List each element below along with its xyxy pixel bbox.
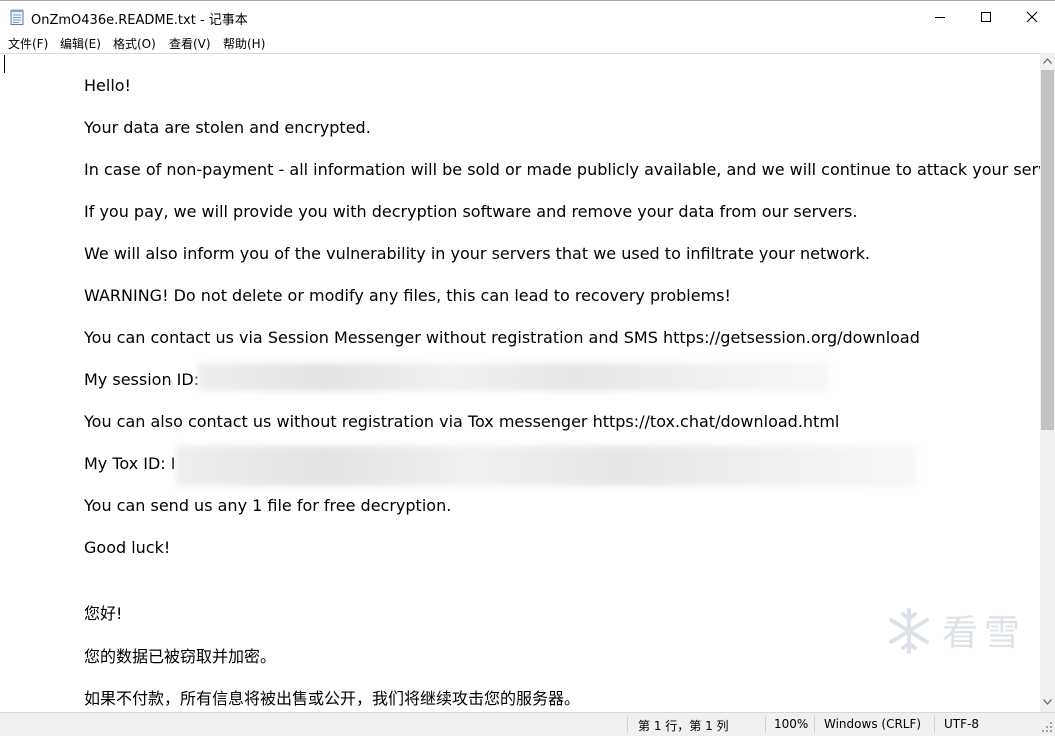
- redacted-session-id: [198, 363, 828, 391]
- doc-line: Your data are stolen and encrypted.: [84, 118, 371, 137]
- doc-line: My session ID:: [84, 370, 200, 389]
- doc-line: WARNING! Do not delete or modify any fil…: [84, 286, 731, 305]
- doc-line: 如果不付款，所有信息将被出售或公开，我们将继续攻击您的服务器。: [84, 689, 581, 708]
- window-title: OnZmO436e.README.txt - 记事本: [31, 13, 248, 28]
- encoding: UTF-8: [944, 717, 979, 731]
- doc-line: Hello!: [84, 76, 131, 95]
- text-editor[interactable]: Hello! Your data are stolen and encrypte…: [0, 53, 1040, 713]
- menu-format[interactable]: 格式(O): [113, 35, 156, 52]
- doc-line: 您好!: [84, 604, 123, 623]
- doc-line: Good luck!: [84, 538, 171, 557]
- doc-line: You can contact us via Session Messenger…: [84, 328, 920, 347]
- vertical-scrollbar[interactable]: [1040, 53, 1055, 712]
- doc-line: In case of non-payment - all information…: [84, 160, 1040, 179]
- close-button[interactable]: [1009, 1, 1055, 33]
- scrollbar-thumb[interactable]: [1041, 70, 1054, 430]
- status-divider: [814, 716, 815, 733]
- doc-line: My Tox ID: I: [84, 454, 176, 473]
- maximize-icon: [981, 12, 991, 22]
- cursor-position: 第 1 行，第 1 列: [638, 719, 729, 733]
- status-divider: [934, 716, 935, 733]
- doc-line: We will also inform you of the vulnerabi…: [84, 244, 871, 263]
- watermark: 看雪: [880, 602, 1020, 656]
- notepad-icon: [10, 9, 24, 25]
- menu-edit[interactable]: 编辑(E): [60, 35, 101, 52]
- doc-line: You can send us any 1 file for free decr…: [84, 496, 452, 515]
- menu-help[interactable]: 帮助(H): [223, 35, 265, 52]
- menu-view[interactable]: 查看(V): [169, 35, 211, 52]
- status-divider: [627, 716, 628, 733]
- close-icon: [1026, 11, 1038, 23]
- zoom-level: 100%: [774, 717, 809, 731]
- watermark-text: 看雪: [942, 613, 1027, 654]
- line-ending: Windows (CRLF): [824, 717, 922, 731]
- snowflake-icon: [889, 608, 929, 654]
- minimize-button[interactable]: [917, 1, 963, 33]
- scroll-down-icon[interactable]: [1043, 699, 1052, 705]
- text-caret: [4, 55, 5, 73]
- maximize-button[interactable]: [963, 1, 1009, 33]
- menu-bar: 文件(F) 编辑(E) 格式(O) 查看(V) 帮助(H): [0, 32, 1055, 52]
- menu-file[interactable]: 文件(F): [8, 35, 48, 52]
- status-bar: 第 1 行，第 1 列 100% Windows (CRLF) UTF-8: [0, 712, 1055, 736]
- status-divider: [765, 716, 766, 733]
- title-bar: OnZmO436e.README.txt - 记事本: [0, 0, 1055, 33]
- resize-grip-icon[interactable]: [1042, 722, 1053, 733]
- doc-line: If you pay, we will provide you with dec…: [84, 202, 858, 221]
- doc-line: You can also contact us without registra…: [84, 412, 840, 431]
- doc-line: 您的数据已被窃取并加密。: [84, 647, 277, 666]
- redacted-tox-id: [176, 446, 916, 486]
- scroll-up-icon[interactable]: [1043, 58, 1052, 64]
- minimize-icon: [935, 17, 945, 18]
